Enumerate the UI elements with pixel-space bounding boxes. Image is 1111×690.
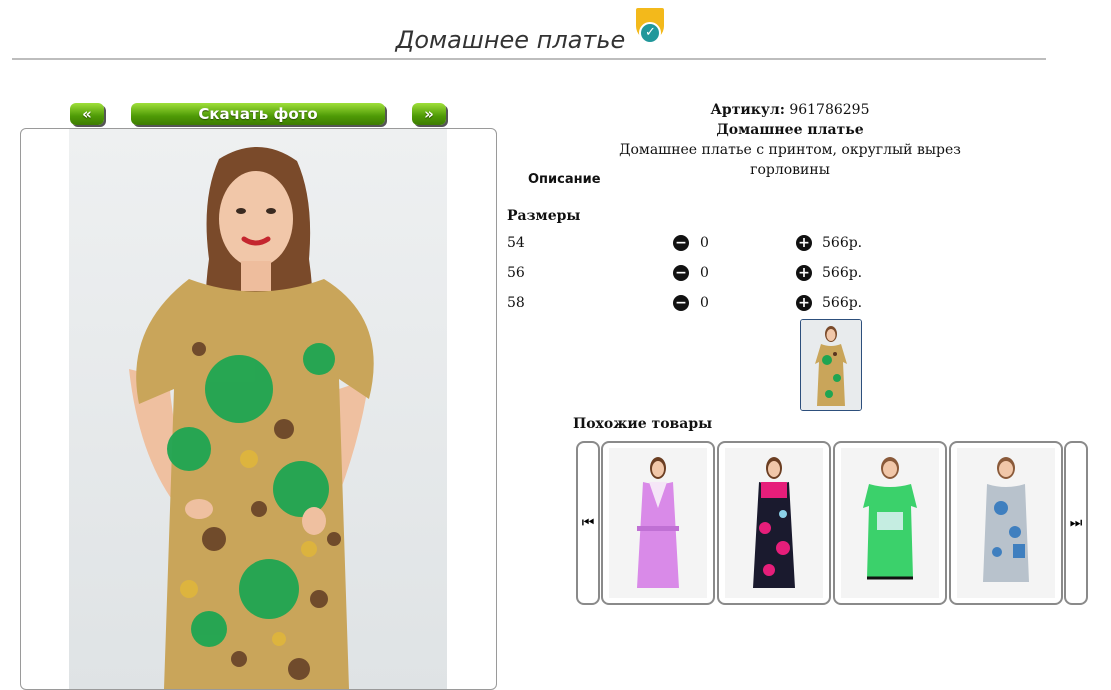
- size-value: 58: [507, 295, 525, 311]
- article-row: Артикул: 961786295: [590, 100, 990, 120]
- description-heading: Описание: [528, 172, 601, 187]
- download-photo-button[interactable]: Скачать фото: [131, 103, 385, 125]
- quantity-value: 0: [700, 265, 709, 281]
- page-title: Домашнее платье: [395, 26, 626, 54]
- similar-product-card[interactable]: [833, 441, 947, 605]
- minus-circle-icon[interactable]: −: [673, 295, 689, 311]
- product-name: Домашнее платье: [716, 122, 864, 138]
- product-info: Артикул: 961786295 Домашнее платье Домаш…: [590, 100, 990, 178]
- similar-product-card[interactable]: [717, 441, 831, 605]
- size-row: 54 − 0 + 566р.: [507, 233, 907, 253]
- size-value: 54: [507, 235, 525, 251]
- size-price: 566р.: [822, 235, 863, 251]
- main-photo-frame: [20, 128, 497, 690]
- quantity-value: 0: [700, 295, 709, 311]
- size-price: 566р.: [822, 295, 863, 311]
- header-divider: [12, 58, 1046, 60]
- photo-thumbnail[interactable]: [800, 319, 862, 411]
- similar-prev-button[interactable]: ⏮: [576, 441, 600, 605]
- plus-circle-icon[interactable]: +: [796, 295, 812, 311]
- skip-previous-icon: ⏮: [581, 515, 595, 531]
- quantity-value: 0: [700, 235, 709, 251]
- article-value: 961786295: [789, 102, 870, 118]
- sizes-heading: Размеры: [507, 208, 581, 224]
- size-row: 56 − 0 + 566р.: [507, 263, 907, 283]
- next-photo-button[interactable]: »: [412, 103, 446, 125]
- similar-next-button[interactable]: ⏭: [1064, 441, 1088, 605]
- main-product-photo[interactable]: [69, 129, 447, 689]
- size-value: 56: [507, 265, 525, 281]
- prev-photo-button[interactable]: «: [70, 103, 104, 125]
- plus-circle-icon[interactable]: +: [796, 265, 812, 281]
- product-description: Домашнее платье с принтом, округлый выре…: [619, 142, 961, 178]
- page-header: Домашнее платье ✓: [0, 8, 1060, 54]
- size-row: 58 − 0 + 566р.: [507, 293, 907, 313]
- minus-circle-icon[interactable]: −: [673, 235, 689, 251]
- verified-check-icon: ✓: [636, 8, 665, 48]
- similar-product-card[interactable]: [601, 441, 715, 605]
- minus-circle-icon[interactable]: −: [673, 265, 689, 281]
- similar-heading: Похожие товары: [573, 416, 713, 432]
- size-price: 566р.: [822, 265, 863, 281]
- similar-product-card[interactable]: [949, 441, 1063, 605]
- skip-next-icon: ⏭: [1069, 515, 1083, 531]
- article-label: Артикул:: [710, 102, 785, 118]
- plus-circle-icon[interactable]: +: [796, 235, 812, 251]
